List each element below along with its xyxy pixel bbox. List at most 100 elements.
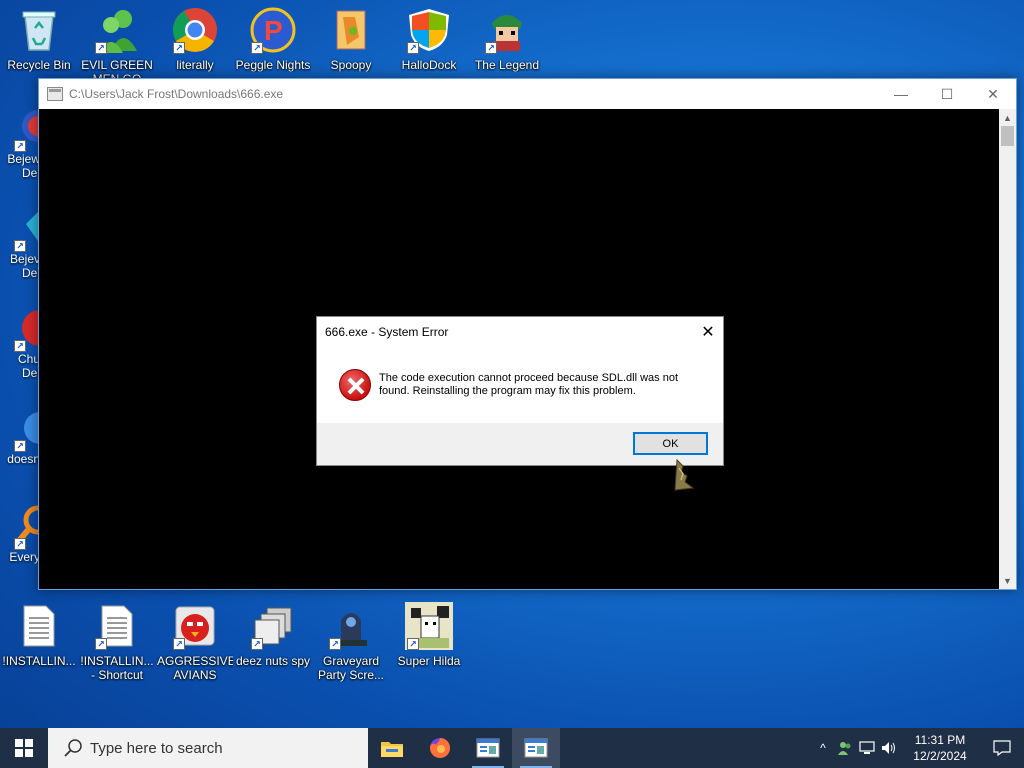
desktop-icon-label: deez nuts spy — [235, 654, 311, 668]
desktop-icon-graveyard-party[interactable]: ↗ Graveyard Party Scre... — [314, 596, 388, 686]
shortcut-arrow-icon: ↗ — [251, 42, 263, 54]
console-title: C:\Users\Jack Frost\Downloads\666.exe — [69, 87, 284, 101]
bejeweled-icon: ↗ — [0, 104, 40, 152]
shortcut-arrow-icon: ↗ — [14, 240, 26, 252]
vertical-scrollbar[interactable]: ▲ ▼ — [999, 109, 1016, 589]
shortcut-arrow-icon: ↗ — [14, 440, 26, 452]
network-icon[interactable] — [856, 728, 878, 768]
shortcut-arrow-icon: ↗ — [173, 42, 185, 54]
console-app-icon — [47, 87, 63, 101]
close-button[interactable]: ✕ — [970, 79, 1016, 109]
scroll-down-icon[interactable]: ▼ — [999, 572, 1016, 589]
taskbar-search-box[interactable]: Type here to search — [48, 728, 368, 768]
desktop-icon-label: Del — [21, 366, 40, 380]
shortcut-arrow-icon: ↗ — [407, 638, 419, 650]
shortcut-arrow-icon: ↗ — [173, 638, 185, 650]
scroll-up-icon[interactable]: ▲ — [999, 109, 1016, 126]
graveyard-icon: ↗ — [327, 602, 375, 650]
taskbar-console-app-2[interactable] — [512, 728, 560, 768]
spoopy-icon — [327, 6, 375, 54]
dialog-titlebar[interactable]: 666.exe - System Error ✕ — [317, 317, 723, 347]
shortcut-arrow-icon: ↗ — [14, 140, 26, 152]
console-titlebar[interactable]: C:\Users\Jack Frost\Downloads\666.exe — … — [39, 79, 1016, 109]
dialog-close-button[interactable]: ✕ — [693, 317, 723, 347]
scroll-thumb[interactable] — [1001, 126, 1014, 146]
recycle-bin-icon — [15, 6, 63, 54]
windows-logo-icon — [15, 739, 33, 757]
desktop-icon-aggressive-avians[interactable]: ↗ AGGRESSIVE AVIANS — [157, 596, 233, 686]
desktop-icon-hallodock[interactable]: ↗ HalloDock — [392, 0, 466, 90]
search-placeholder: Type here to search — [90, 739, 223, 757]
notification-icon — [993, 740, 1011, 756]
system-tray: ^ 11:31 PM 12/2/2024 — [812, 728, 1024, 768]
error-icon — [339, 369, 371, 401]
desktop-icon-super-hilda[interactable]: ↗ Super Hilda — [392, 596, 466, 686]
desktop-icon-label: Peggle Nights — [235, 58, 311, 72]
desktop-icon-label: literally — [176, 58, 214, 72]
desktop-icon-literally[interactable]: ↗ literally — [158, 0, 232, 90]
maximize-button[interactable]: ☐ — [924, 79, 970, 109]
shortcut-arrow-icon: ↗ — [329, 638, 341, 650]
desktop-icon-label: AGGRESSIVE AVIANS — [157, 654, 233, 682]
desktop-icon-label: Spoopy — [330, 58, 372, 72]
text-file-icon — [15, 602, 63, 650]
chuzzle-icon: ↗ — [0, 304, 40, 352]
desktop-icon-label: !INSTALLIN... - Shortcut — [80, 654, 154, 682]
text-file-shortcut-icon: ↗ — [93, 602, 141, 650]
desktop-icon-the-legend[interactable]: ↗ The Legend — [470, 0, 544, 90]
desktop-icon-installing[interactable]: !INSTALLIN... — [2, 596, 76, 686]
desktop-icon-bejeweled[interactable]: ↗ Bejew Del — [0, 104, 40, 194]
taskbar-firefox[interactable] — [416, 728, 464, 768]
shortcut-arrow-icon: ↗ — [95, 42, 107, 54]
desktop-icon-label: Chu — [17, 352, 40, 366]
desktop-icon-everything[interactable]: ↗ Every — [0, 502, 40, 592]
error-message: The code execution cannot proceed becaus… — [379, 372, 679, 397]
desktop-icon-chuzzle[interactable]: ↗ Chu Del — [0, 304, 40, 394]
taskbar-file-explorer[interactable] — [368, 728, 416, 768]
system-error-dialog[interactable]: 666.exe - System Error ✕ The code execut… — [316, 316, 724, 466]
console-app-icon — [524, 738, 548, 758]
desktop-icon-deez-nuts-spy[interactable]: ↗ deez nuts spy — [236, 596, 310, 686]
chrome-icon: ↗ — [171, 6, 219, 54]
windows-shield-icon: ↗ — [405, 6, 453, 54]
taskbar-clock[interactable]: 11:31 PM 12/2/2024 — [900, 732, 980, 764]
desktop-icon-spoopy[interactable]: Spoopy — [314, 0, 388, 90]
desktop-icon-doesn[interactable]: ↗ doesn — [0, 404, 40, 494]
desktop-icon-installing-shortcut[interactable]: ↗ !INSTALLIN... - Shortcut — [80, 596, 154, 686]
stack-windows-icon: ↗ — [249, 602, 297, 650]
dialog-footer: OK — [317, 423, 723, 465]
desktop-icon-bejeweled-2[interactable]: ↗ Bejev Del — [0, 204, 40, 294]
start-button[interactable] — [0, 728, 48, 768]
show-hidden-icons-chevron-up-icon[interactable]: ^ — [812, 728, 834, 768]
notification-center-button[interactable] — [980, 728, 1024, 768]
ok-button[interactable]: OK — [633, 432, 708, 455]
bejeweled-diamond-icon: ↗ — [0, 204, 40, 252]
minimize-button[interactable]: — — [878, 79, 924, 109]
desktop-icon-recycle-bin[interactable]: Recycle Bin — [2, 0, 76, 90]
green-men-icon: ↗ — [93, 6, 141, 54]
desktop-icon-label: Del — [21, 266, 40, 280]
shortcut-arrow-icon: ↗ — [14, 340, 26, 352]
hilda-icon: ↗ — [405, 602, 453, 650]
user-tray-icon[interactable] — [834, 728, 856, 768]
file-explorer-icon — [381, 742, 403, 757]
blue-app-icon: ↗ — [0, 404, 40, 452]
desktop-icon-label: Bejev — [9, 252, 40, 266]
desktop-icon-label: doesn — [7, 452, 40, 466]
desktop-icon-label: HalloDock — [401, 58, 457, 72]
desktop-icon-label: !INSTALLIN... — [2, 654, 76, 668]
taskbar-console-app-1[interactable] — [464, 728, 512, 768]
desktop-icon-label: Every — [9, 550, 40, 564]
desktop-icon-label: Del — [21, 166, 40, 180]
desktop-icon-label: The Legend — [474, 58, 540, 72]
svg-text:P: P — [264, 15, 283, 46]
firefox-icon — [430, 737, 451, 758]
desktop-icon-label: Graveyard Party Scre... — [317, 654, 385, 682]
shortcut-arrow-icon: ↗ — [14, 538, 26, 550]
desktop-icon-label: Recycle Bin — [7, 58, 71, 72]
shortcut-arrow-icon: ↗ — [485, 42, 497, 54]
desktop-icon-peggle-nights[interactable]: P ↗ Peggle Nights — [236, 0, 310, 90]
volume-icon[interactable] — [878, 728, 900, 768]
desktop-icon-evil-green-men[interactable]: ↗ EVIL GREEN MEN GO — [80, 0, 154, 90]
legend-character-icon: ↗ — [483, 6, 531, 54]
